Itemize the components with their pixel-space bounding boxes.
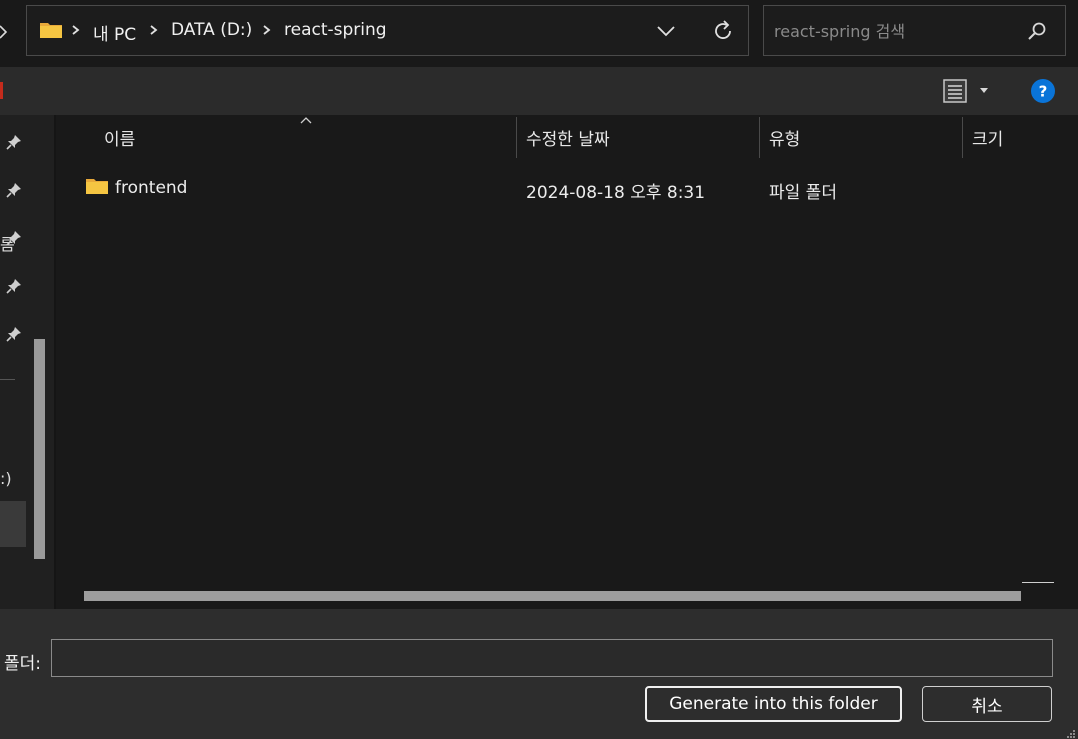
file-modified: 2024-08-18 오후 8:31 xyxy=(526,183,706,203)
pin-icon[interactable] xyxy=(6,134,22,150)
file-name[interactable]: frontend xyxy=(115,178,187,198)
pin-icon[interactable] xyxy=(6,182,22,198)
title-row: 내 PC DATA (D:) react-spring xyxy=(0,0,1078,67)
column-header-name[interactable]: 이름 xyxy=(104,125,135,150)
folder-icon xyxy=(40,23,62,38)
file-type: 파일 폴더 xyxy=(769,183,837,203)
chevron-right-icon[interactable] xyxy=(147,18,161,42)
horizontal-scrollbar[interactable] xyxy=(84,591,1021,601)
resize-grip-icon[interactable] xyxy=(1064,729,1076,739)
column-header-size[interactable]: 크기 xyxy=(972,125,1003,150)
refresh-icon[interactable] xyxy=(711,18,735,44)
view-list-icon xyxy=(943,79,967,103)
column-divider[interactable] xyxy=(759,117,760,158)
column-header-type[interactable]: 유형 xyxy=(769,125,800,150)
column-divider[interactable] xyxy=(516,117,517,158)
chevron-right-icon[interactable] xyxy=(69,18,83,42)
file-row[interactable]: frontend 2024-08-18 오후 8:31 파일 폴더 xyxy=(76,170,1066,204)
folder-label: 폴더: xyxy=(4,654,42,674)
breadcrumb-react-spring[interactable]: react-spring xyxy=(284,20,387,40)
generate-button[interactable]: Generate into this folder xyxy=(645,686,902,722)
search-box[interactable] xyxy=(763,5,1066,56)
nav-item-label-fragment: :) xyxy=(0,469,12,488)
column-divider[interactable] xyxy=(962,117,963,158)
column-header-modified[interactable]: 수정한 날짜 xyxy=(526,125,610,150)
folder-input[interactable] xyxy=(51,639,1053,677)
breadcrumb-data-drive[interactable]: DATA (D:) xyxy=(171,20,252,40)
file-list[interactable]: 이름 수정한 날짜 유형 크기 frontend 2024-08-18 오후 8… xyxy=(56,115,1078,609)
view-options-button[interactable] xyxy=(941,76,995,106)
sort-ascending-icon xyxy=(300,117,312,124)
nav-scrollbar[interactable] xyxy=(34,339,45,559)
toolbar-edge-mark xyxy=(0,82,3,99)
pin-icon[interactable] xyxy=(6,230,22,246)
cancel-button[interactable]: 취소 xyxy=(922,686,1052,722)
scrollbar-marker xyxy=(1022,582,1054,583)
toolbar: ? xyxy=(0,67,1078,115)
chevron-down-icon[interactable] xyxy=(655,21,677,41)
chevron-right-icon[interactable] xyxy=(260,18,274,42)
nav-divider xyxy=(0,379,15,380)
chevron-down-icon xyxy=(980,88,988,93)
search-icon[interactable] xyxy=(1026,20,1048,42)
breadcrumb-my-pc[interactable]: 내 PC xyxy=(93,20,136,45)
search-input[interactable] xyxy=(774,19,1014,43)
dialog-footer: 폴더: Generate into this folder 취소 xyxy=(0,609,1078,739)
help-icon[interactable]: ? xyxy=(1031,79,1055,103)
back-arrow-icon[interactable] xyxy=(0,22,10,42)
folder-icon xyxy=(86,179,108,194)
nav-item-selected[interactable] xyxy=(0,501,26,547)
svg-text:?: ? xyxy=(1039,83,1048,101)
address-bar[interactable]: 내 PC DATA (D:) react-spring xyxy=(26,5,749,56)
pin-icon[interactable] xyxy=(6,326,22,342)
navigation-pane[interactable]: 름 :) xyxy=(0,115,54,609)
pin-icon[interactable] xyxy=(6,278,22,294)
